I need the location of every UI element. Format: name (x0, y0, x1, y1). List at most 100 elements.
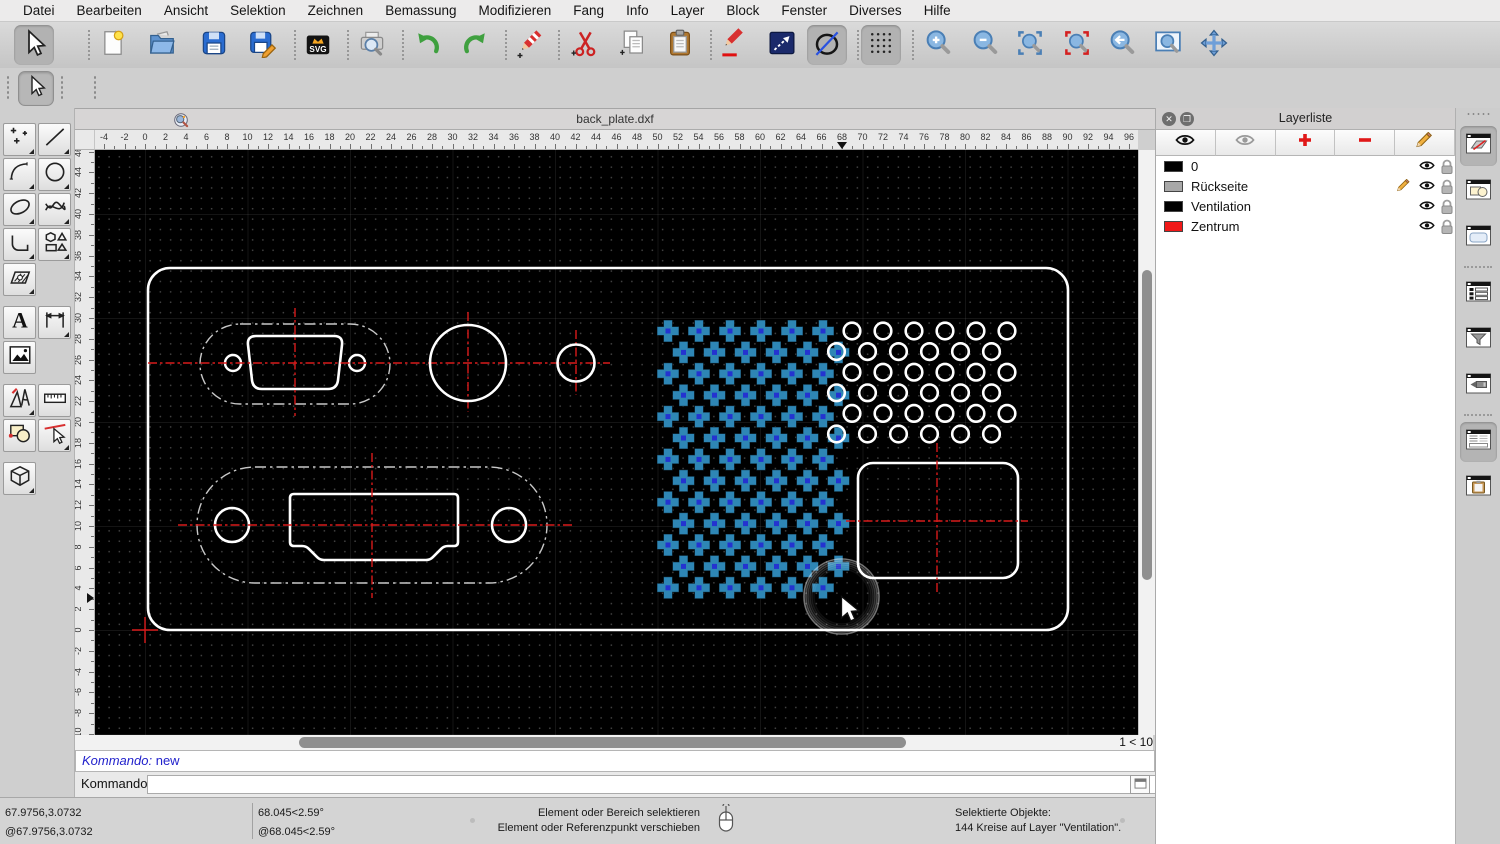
dock-layer-states-toggle[interactable] (1460, 274, 1497, 314)
layer-lock-icon[interactable] (1439, 199, 1455, 214)
command-input[interactable] (147, 775, 1203, 794)
view3d-tool-button[interactable] (3, 462, 36, 495)
menu-layer[interactable]: Layer (660, 3, 716, 18)
ventilation-holes-round[interactable] (826, 321, 1017, 444)
hatch-tool-button[interactable] (3, 263, 36, 296)
dock-library-browser-toggle[interactable] (1460, 218, 1497, 258)
toolbar-drag-handle[interactable] (93, 75, 97, 101)
spline-tool-button[interactable] (38, 193, 71, 226)
edit-layer-button[interactable] (1395, 130, 1455, 156)
paste-button[interactable] (660, 25, 700, 65)
layer-visibility-eye-icon[interactable] (1419, 219, 1435, 233)
layer-color-swatch[interactable] (1164, 180, 1183, 192)
menu-datei[interactable]: Datei (12, 3, 66, 18)
dock-property-editor-toggle[interactable] (1460, 422, 1497, 462)
layer-visibility-eye-icon[interactable] (1419, 199, 1435, 213)
measure-tool-button[interactable] (38, 384, 71, 417)
save-button[interactable] (194, 25, 234, 65)
layer-row-ventilation[interactable]: Ventilation (1156, 196, 1455, 216)
image-tool-button[interactable] (3, 341, 36, 374)
layer-lock-icon[interactable] (1439, 179, 1455, 194)
layer-visibility-eye-icon[interactable] (1419, 179, 1435, 193)
horizontal-scrollbar[interactable] (75, 735, 1105, 750)
draw-button[interactable] (713, 25, 753, 65)
ventilation-holes-selected[interactable] (656, 319, 850, 600)
menu-hilfe[interactable]: Hilfe (913, 3, 962, 18)
layer-visibility-eye-icon[interactable] (1419, 159, 1435, 173)
layer-row-rückseite[interactable]: Rückseite (1156, 176, 1455, 196)
ellipse-tool-button[interactable] (3, 193, 36, 226)
draw-settings-tool-button[interactable] (3, 384, 36, 417)
circle-tool-button[interactable] (38, 158, 71, 191)
undo-button[interactable] (408, 25, 448, 65)
restrict-toggle-button[interactable] (807, 25, 847, 65)
layer-color-swatch[interactable] (1164, 160, 1183, 172)
remove-layer-button[interactable] (1335, 130, 1396, 156)
cut-button[interactable] (565, 25, 605, 65)
modify-tool-button[interactable] (3, 419, 36, 452)
layer-color-swatch[interactable] (1164, 200, 1183, 212)
dock-block-list-toggle[interactable] (1460, 172, 1497, 212)
toolbar-drag-handle[interactable] (6, 75, 10, 101)
delete-button[interactable] (510, 25, 550, 65)
layer-row-0[interactable]: 0 (1156, 156, 1455, 176)
menu-ansicht[interactable]: Ansicht (153, 3, 219, 18)
arc-tool-button[interactable] (3, 158, 36, 191)
print-preview-button[interactable] (352, 25, 392, 65)
zoom-in-button[interactable] (918, 25, 958, 65)
zoom-selection-button[interactable] (1057, 25, 1097, 65)
layer-lock-icon[interactable] (1439, 159, 1455, 174)
menu-fenster[interactable]: Fenster (770, 3, 838, 18)
menu-bemassung[interactable]: Bemassung (374, 3, 467, 18)
pan-button[interactable] (1194, 25, 1234, 65)
polyline-tool-button[interactable] (3, 228, 36, 261)
text-tool-button[interactable]: A (3, 306, 36, 339)
menu-bearbeiten[interactable]: Bearbeiten (66, 3, 153, 18)
vertical-scrollbar-thumb[interactable] (1142, 270, 1152, 580)
open-file-button[interactable] (142, 25, 182, 65)
vertical-scrollbar[interactable] (1138, 150, 1155, 735)
menu-fang[interactable]: Fang (562, 3, 615, 18)
copy-button[interactable] (613, 25, 653, 65)
dock-flashlight-toggle[interactable] (1460, 366, 1497, 406)
plate-outline[interactable] (146, 266, 1070, 632)
hide-all-layers-button[interactable] (1215, 130, 1276, 156)
save-as-button[interactable] (242, 25, 282, 65)
menu-zeichnen[interactable]: Zeichnen (297, 3, 375, 18)
drawing-canvas[interactable] (95, 150, 1138, 735)
layer-panel-header[interactable]: ✕ ❐ Layerliste (1156, 108, 1455, 130)
layer-color-swatch[interactable] (1164, 220, 1183, 232)
menu-block[interactable]: Block (715, 3, 770, 18)
shape-tool-button[interactable] (38, 228, 71, 261)
horizontal-scrollbar-thumb[interactable] (299, 737, 906, 748)
previous-view-button[interactable] (1102, 25, 1142, 65)
menu-selektion[interactable]: Selektion (219, 3, 297, 18)
grid-toggle-button[interactable] (861, 25, 901, 65)
dock-layer-list-toggle[interactable] (1460, 126, 1497, 166)
command-panel-toggle-button[interactable] (1130, 775, 1150, 794)
menu-diverses[interactable]: Diverses (838, 3, 913, 18)
zoom-window-button[interactable] (1148, 25, 1188, 65)
selection-tool-button[interactable] (18, 71, 54, 106)
dimension-tool-button[interactable] (38, 306, 71, 339)
document-tab-bar[interactable]: back_plate.dxf (75, 108, 1155, 130)
layer-row-zentrum[interactable]: Zentrum (1156, 216, 1455, 236)
select-button[interactable] (14, 25, 54, 65)
zoom-out-button[interactable] (965, 25, 1005, 65)
new-file-button[interactable] (93, 25, 133, 65)
toolbar-drag-handle[interactable] (60, 75, 64, 101)
dock-clipboard-toggle[interactable] (1460, 468, 1497, 508)
show-all-layers-button[interactable] (1156, 130, 1216, 156)
auto-zoom-button[interactable] (1010, 25, 1050, 65)
svg-export-button[interactable]: SVG (298, 25, 338, 65)
point-tool-button[interactable] (3, 123, 36, 156)
dock-selection-filter-toggle[interactable] (1460, 320, 1497, 360)
line-tool-button[interactable] (762, 25, 802, 65)
menu-modifizieren[interactable]: Modifizieren (468, 3, 563, 18)
add-layer-button[interactable] (1275, 130, 1336, 156)
line-tool-button[interactable] (38, 123, 71, 156)
layer-lock-icon[interactable] (1439, 219, 1455, 234)
redo-button[interactable] (455, 25, 495, 65)
menu-info[interactable]: Info (615, 3, 660, 18)
trim-tool-button[interactable] (38, 419, 71, 452)
